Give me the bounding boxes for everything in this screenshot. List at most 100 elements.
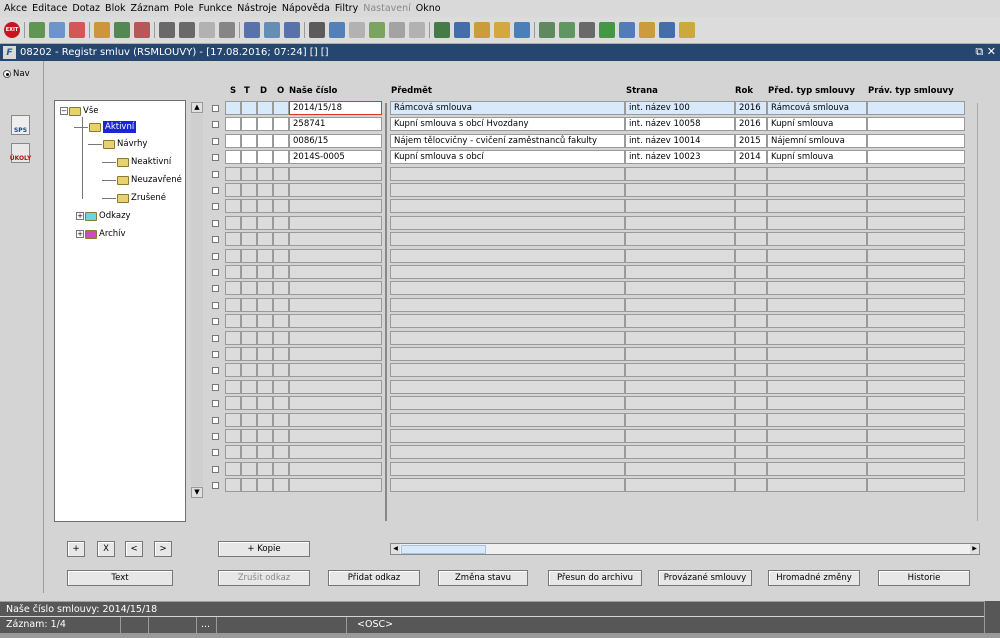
table-cell[interactable] <box>241 232 257 247</box>
table-cell[interactable] <box>767 183 867 197</box>
table-cell[interactable] <box>867 347 965 361</box>
table-cell[interactable] <box>241 199 257 214</box>
row-checkbox[interactable] <box>212 236 219 244</box>
table-cell[interactable] <box>625 215 735 230</box>
action-button[interactable]: Změna stavu <box>438 570 528 586</box>
table-cell[interactable] <box>767 199 867 214</box>
table-cell[interactable] <box>390 248 625 263</box>
table-cell[interactable] <box>225 183 241 197</box>
table-cell[interactable] <box>735 215 767 230</box>
column-splitter[interactable] <box>385 103 387 521</box>
table-cell[interactable] <box>390 330 625 345</box>
table-cell[interactable] <box>867 478 965 493</box>
table-cell[interactable] <box>289 314 382 329</box>
table-cell[interactable] <box>767 265 867 279</box>
table-cell[interactable] <box>273 412 289 427</box>
table-cell[interactable]: Kupní smlouva <box>767 117 867 132</box>
menu-item[interactable]: Blok <box>105 3 125 14</box>
table-cell[interactable] <box>867 215 965 230</box>
warning-icon[interactable] <box>514 22 530 38</box>
table-cell[interactable] <box>257 199 273 214</box>
table-cell[interactable] <box>767 281 867 296</box>
horizontal-scrollbar[interactable]: ◀ ▶ <box>390 543 980 555</box>
delete-icon[interactable] <box>69 22 85 38</box>
row-checkbox[interactable] <box>212 351 219 358</box>
column-header[interactable]: Rok <box>735 86 753 96</box>
table-cell[interactable] <box>767 330 867 345</box>
table-cell[interactable] <box>767 379 867 394</box>
table-cell[interactable] <box>289 199 382 214</box>
table-cell[interactable] <box>289 265 382 279</box>
table-cell[interactable] <box>767 478 867 493</box>
table-cell[interactable] <box>735 379 767 394</box>
table-cell[interactable] <box>273 281 289 296</box>
table-cell[interactable] <box>735 363 767 378</box>
table-cell[interactable] <box>867 117 965 132</box>
table-cell[interactable] <box>273 183 289 197</box>
table-cell[interactable] <box>735 281 767 296</box>
table-cell[interactable] <box>273 150 289 165</box>
table-cell[interactable] <box>241 363 257 378</box>
table-cell[interactable] <box>390 461 625 476</box>
table-cell[interactable] <box>257 363 273 378</box>
table-cell[interactable] <box>225 248 241 263</box>
action-button[interactable]: Přesun do archivu <box>548 570 642 586</box>
table-cell[interactable] <box>241 330 257 345</box>
table-cell[interactable] <box>867 232 965 247</box>
tree-item-archív[interactable]: + Archív <box>76 229 126 239</box>
binoculars-icon[interactable] <box>114 22 130 38</box>
table-cell[interactable] <box>289 445 382 460</box>
table-cell[interactable] <box>625 248 735 263</box>
table-cell[interactable] <box>390 347 625 361</box>
table-cell[interactable] <box>390 215 625 230</box>
table-cell[interactable] <box>257 101 273 115</box>
table-cell[interactable] <box>241 183 257 197</box>
table-cell[interactable] <box>735 396 767 411</box>
chart-icon[interactable] <box>434 22 450 38</box>
table-cell[interactable]: int. název 100 <box>625 101 735 115</box>
table-cell[interactable] <box>625 412 735 427</box>
table-cell[interactable] <box>735 248 767 263</box>
table-cell[interactable] <box>273 232 289 247</box>
table-cell[interactable] <box>241 347 257 361</box>
filter-icon[interactable] <box>219 22 235 38</box>
table-cell[interactable] <box>257 412 273 427</box>
row-checkbox[interactable] <box>212 187 219 194</box>
table-cell[interactable] <box>225 314 241 329</box>
table-cell[interactable] <box>225 117 241 132</box>
table-cell[interactable] <box>767 396 867 411</box>
table-cell[interactable] <box>225 232 241 247</box>
row-checkbox[interactable] <box>212 269 219 276</box>
table-cell[interactable] <box>225 265 241 279</box>
table-cell[interactable] <box>767 166 867 181</box>
table-cell[interactable] <box>767 297 867 312</box>
column-header[interactable]: Naše číslo <box>289 86 337 96</box>
print-icon[interactable] <box>244 22 260 38</box>
table-cell[interactable] <box>867 396 965 411</box>
table-cell[interactable] <box>867 314 965 329</box>
table-cell[interactable] <box>273 297 289 312</box>
table-cell[interactable] <box>273 166 289 181</box>
tasks-icon[interactable]: ÚKOLY <box>10 143 31 163</box>
table-cell[interactable] <box>735 461 767 476</box>
table-cell[interactable] <box>767 347 867 361</box>
table-cell[interactable] <box>625 183 735 197</box>
expand-icon[interactable]: + <box>76 212 84 220</box>
table-cell[interactable] <box>225 347 241 361</box>
table-cell[interactable] <box>767 314 867 329</box>
table-cell[interactable] <box>241 265 257 279</box>
text-button[interactable]: Text <box>67 570 173 586</box>
table-cell[interactable] <box>625 478 735 493</box>
table-cell[interactable] <box>257 117 273 132</box>
column-header[interactable]: Práv. typ smlouvy <box>868 86 954 96</box>
calendar-icon[interactable] <box>559 22 575 38</box>
table-cell[interactable] <box>625 297 735 312</box>
table-cell[interactable] <box>241 412 257 427</box>
table-cell[interactable] <box>241 379 257 394</box>
table-cell[interactable] <box>273 248 289 263</box>
sort-asc-icon[interactable] <box>159 22 175 38</box>
table-cell[interactable] <box>390 478 625 493</box>
table-cell[interactable] <box>225 445 241 460</box>
table-cell[interactable] <box>735 412 767 427</box>
search-icon[interactable] <box>94 22 110 38</box>
